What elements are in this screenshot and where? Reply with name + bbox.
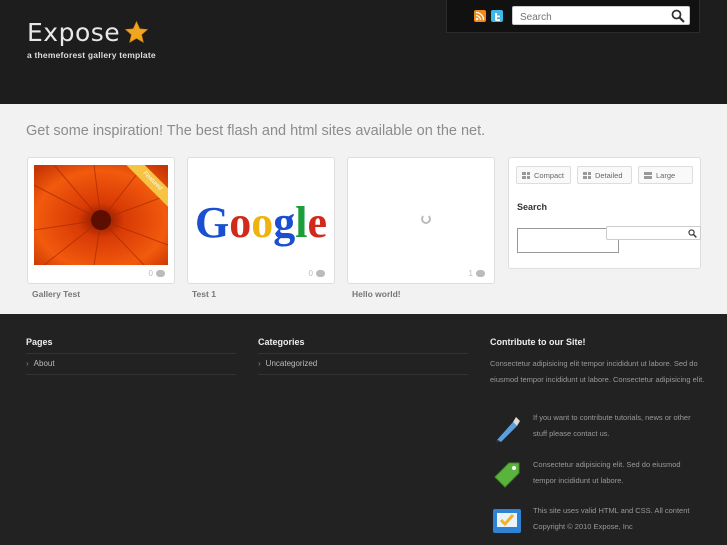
google-logo-text: Google <box>195 198 327 247</box>
star-icon <box>124 20 149 44</box>
contribute-intro: Consectetur adipisicing elit tempor inci… <box>490 359 705 384</box>
footer-link-uncategorized[interactable]: Uncategorized <box>258 359 318 368</box>
footer: Pages About Categories Uncategorized Con… <box>0 314 727 545</box>
view-compact-button[interactable]: Compact <box>516 166 571 184</box>
card-thumbnail-flower[interactable]: Featured <box>34 165 168 265</box>
tag-icon <box>494 462 520 488</box>
card-title[interactable]: Gallery Test <box>32 289 80 299</box>
detailed-icon <box>583 171 591 179</box>
logo-subtitle: a themeforest gallery template <box>27 50 156 60</box>
header-search-input[interactable] <box>513 9 663 26</box>
contribute-heading: Contribute to our Site! <box>490 337 586 347</box>
card-thumbnail-loading[interactable] <box>354 165 488 265</box>
widget-search-field[interactable] <box>606 226 701 240</box>
categories-heading: Categories <box>258 337 305 347</box>
header-toolbar <box>446 0 700 33</box>
search-icon[interactable] <box>671 9 685 23</box>
comment-bubble-icon <box>156 270 165 277</box>
comment-bubble-icon <box>316 270 325 277</box>
large-icon <box>644 171 652 179</box>
view-large-button[interactable]: Large <box>638 166 693 184</box>
comment-count[interactable]: 0 <box>309 269 325 278</box>
comment-count[interactable]: 1 <box>469 269 485 278</box>
card-title[interactable]: Hello world! <box>352 289 401 299</box>
search-icon[interactable] <box>688 229 697 238</box>
widget-search-input[interactable] <box>517 228 619 253</box>
contribute-item-text: Consectetur adipisicing elit. Sed do eiu… <box>533 460 681 485</box>
gallery-card[interactable]: Featured 0 <box>27 157 175 284</box>
logo[interactable]: Expose a themeforest gallery template <box>27 18 156 60</box>
gallery-card[interactable]: 1 <box>347 157 495 284</box>
header: Expose a themeforest gallery template <box>0 0 727 104</box>
comment-bubble-icon <box>476 270 485 277</box>
comment-count[interactable]: 0 <box>149 269 165 278</box>
tagline: Get some inspiration! The best flash and… <box>26 123 486 139</box>
card-thumbnail-google[interactable]: Google <box>194 165 328 265</box>
view-detailed-button[interactable]: Detailed <box>577 166 632 184</box>
header-search <box>512 6 690 26</box>
main-content: Get some inspiration! The best flash and… <box>0 104 727 314</box>
contribute-item-text: If you want to contribute tutorials, new… <box>533 413 691 438</box>
twitter-icon[interactable] <box>491 10 503 22</box>
divider <box>26 353 236 354</box>
footer-link-about[interactable]: About <box>26 359 55 368</box>
card-title[interactable]: Test 1 <box>192 289 216 299</box>
divider <box>26 374 236 375</box>
gallery-card[interactable]: Google 0 <box>187 157 335 284</box>
divider <box>258 374 468 375</box>
grid-icon <box>522 171 530 179</box>
pen-icon <box>495 417 520 443</box>
contribute-item-text: This site uses valid HTML and CSS. All c… <box>533 506 690 531</box>
loading-spinner-icon <box>421 214 431 224</box>
validation-icon <box>493 509 521 533</box>
widget-search-heading: Search <box>517 202 548 212</box>
logo-title: Expose <box>27 18 121 47</box>
sidebar-widget: Compact Detailed Large Search <box>508 157 701 269</box>
divider <box>258 353 468 354</box>
rss-icon[interactable] <box>474 10 486 22</box>
pages-heading: Pages <box>26 337 53 347</box>
